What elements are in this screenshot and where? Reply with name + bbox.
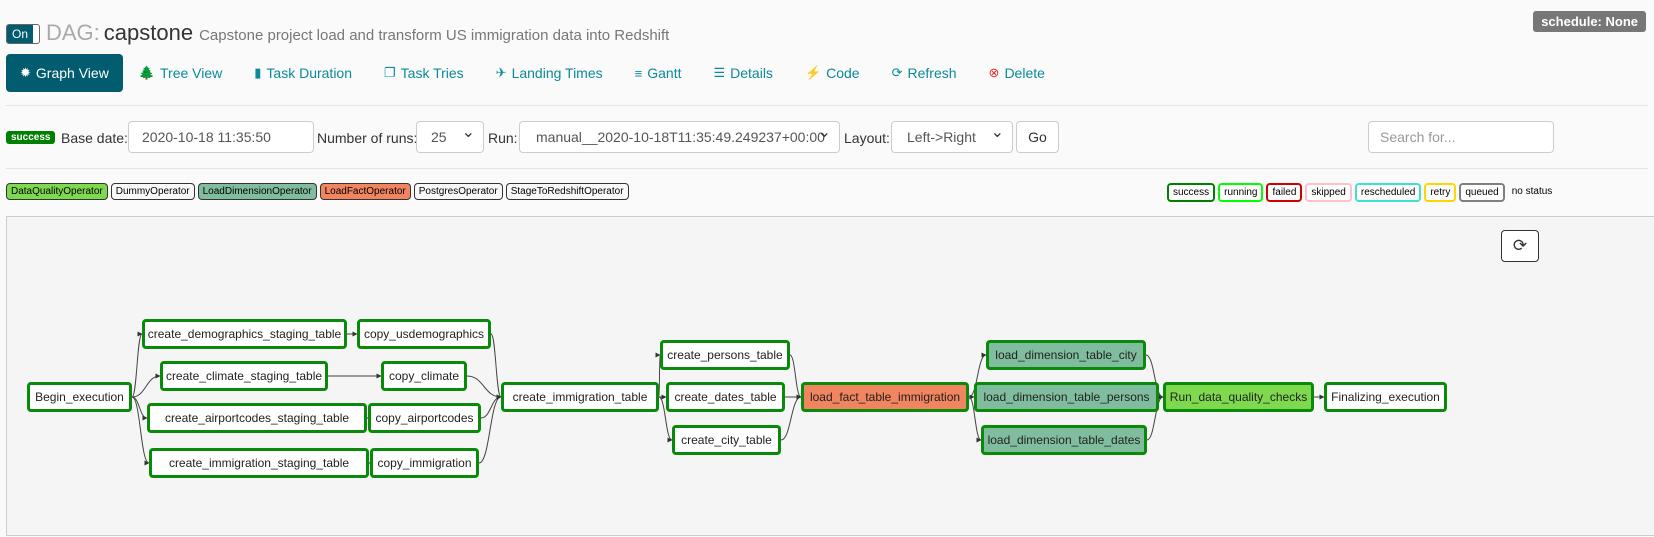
task-node-create-city-table[interactable]: create_city_table [672, 425, 781, 455]
operator-legend-item[interactable]: LoadDimensionOperator [197, 183, 317, 200]
status-legend-item[interactable]: queued [1459, 183, 1505, 202]
operator-legend-item[interactable]: StageToRedshiftOperator [505, 183, 629, 200]
dag-id: capstone [103, 20, 194, 45]
nav-label: Task Duration [266, 65, 352, 81]
task-node-finalizing-execution[interactable]: Finalizing_execution [1324, 382, 1447, 412]
base-date-input[interactable]: 2020-10-18 11:35:50 [128, 121, 314, 153]
task-node-create-airportcodes-staging-table[interactable]: create_airportcodes_staging_table [147, 403, 367, 433]
nav-label: Delete [1004, 65, 1045, 81]
nav-gantt[interactable]: ≡ Gantt [619, 54, 698, 92]
operator-legend-item[interactable]: LoadFactOperator [319, 183, 411, 200]
task-node-create-demographics-staging-table[interactable]: create_demographics_staging_table [142, 319, 347, 349]
base-date-label: Base date: [61, 130, 128, 146]
task-node-create-climate-staging-table[interactable]: create_climate_staging_table [160, 361, 328, 391]
num-runs-select[interactable]: 25 [416, 121, 484, 153]
gantt-icon: ≡ [634, 65, 643, 81]
nav-graph-view[interactable]: ✹ Graph View [6, 54, 123, 92]
run-label: Run: [488, 130, 518, 146]
status-legend-item[interactable]: failed [1266, 183, 1303, 202]
graph-edge [466, 375, 502, 400]
nav-label: Tree View [160, 65, 223, 81]
nav-label: Landing Times [511, 65, 603, 81]
graph-edge [131, 396, 148, 421]
graph-edge [789, 354, 802, 400]
nav-label: Gantt [647, 65, 682, 81]
task-node-create-persons-table[interactable]: create_persons_table [660, 340, 790, 370]
status-legend-item[interactable]: running [1218, 183, 1264, 202]
list-icon: ☰ [713, 65, 726, 80]
dag-description: Capstone project load and transform US i… [199, 27, 670, 44]
operator-legend-item[interactable]: DataQualityOperator [6, 183, 108, 200]
task-node-run-data-quality-checks[interactable]: Run_data_quality_checks [1163, 382, 1314, 412]
sunburst-icon: ✹ [20, 65, 31, 80]
page-title: DAG: capstone Capstone project load and tr… [46, 20, 669, 46]
go-button[interactable]: Go [1016, 121, 1059, 153]
task-node-load-fact-table-immigration[interactable]: load_fact_table_immigration [801, 382, 969, 412]
refresh-icon: ⟳ [1512, 236, 1528, 255]
nav-label: Task Tries [400, 65, 464, 81]
num-runs-label: Number of runs: [317, 130, 418, 146]
schedule-badge: schedule: None [1533, 11, 1646, 32]
status-legend-item[interactable]: skipped [1305, 183, 1352, 202]
task-node-load-dimension-table-dates[interactable]: load_dimension_table_dates [981, 425, 1147, 455]
nav-tree-view[interactable]: 🌲 Tree View [123, 54, 238, 92]
graph-edge [490, 333, 502, 400]
task-node-begin-execution[interactable]: Begin_execution [27, 382, 132, 412]
tree-icon: 🌲 [138, 65, 155, 80]
task-node-copy-immigration[interactable]: copy_immigration [370, 448, 479, 478]
graph-edge [131, 331, 143, 398]
graph-edge [478, 394, 502, 464]
state-badge: success [6, 131, 56, 144]
nav-code[interactable]: ⚡ Code [789, 54, 876, 92]
task-node-copy-climate[interactable]: copy_climate [381, 361, 467, 391]
graph-refresh-button[interactable]: ⟳ [1501, 230, 1539, 262]
nav-task-tries[interactable]: ❐ Task Tries [368, 54, 480, 92]
toggle-on-label: On [7, 25, 33, 43]
operator-legend-item[interactable]: PostgresOperator [413, 183, 503, 200]
no-status-legend-item: no status [1511, 186, 1553, 197]
nav-label: Code [826, 65, 860, 81]
layout-select[interactable]: Left->Right [891, 121, 1013, 153]
delete-icon: ⊗ [988, 65, 1000, 80]
flash-icon: ⚡ [804, 65, 822, 80]
nav-details[interactable]: ☰ Details [697, 54, 788, 92]
graph-edge [480, 394, 502, 419]
nav-label: Details [730, 65, 773, 81]
nav-refresh[interactable]: ⟳ Refresh [876, 54, 973, 92]
dag-label: DAG: [46, 20, 100, 45]
task-node-copy-airportcodes[interactable]: copy_airportcodes [368, 403, 481, 433]
status-legend-item[interactable]: retry [1424, 183, 1457, 202]
status-legend: success running failed skipped rescheduled re… [1167, 183, 1556, 202]
status-legend-item[interactable]: rescheduled [1354, 183, 1422, 202]
view-nav: ✹ Graph View 🌲 Tree View ▮ Task Duration ❐ Task… [6, 54, 1061, 92]
dag-graph[interactable]: Begin_execution create_demographics_stagi… [6, 216, 1654, 536]
run-select[interactable]: manual__2020-10-18T11:35:49.249237+00:00 [519, 121, 840, 153]
task-node-load-dimension-table-persons[interactable]: load_dimension_table_persons [974, 382, 1159, 412]
layout-label: Layout: [844, 130, 890, 146]
nav-delete[interactable]: ⊗ Delete [973, 54, 1061, 92]
divider [6, 168, 1648, 169]
task-node-copy-usdemographics[interactable]: copy_usdemographics [357, 319, 491, 349]
task-node-create-dates-table[interactable]: create_dates_table [666, 382, 785, 412]
bar-chart-icon: ▮ [254, 65, 262, 80]
search-input[interactable]: Search for... [1368, 121, 1554, 153]
nav-task-duration[interactable]: ▮ Task Duration [238, 54, 368, 92]
task-node-load-dimension-table-city[interactable]: load_dimension_table_city [986, 340, 1146, 370]
status-legend-item[interactable]: success [1167, 183, 1216, 202]
dag-toggle[interactable]: On [6, 24, 40, 44]
task-node-create-immigration-table[interactable]: create_immigration_table [501, 382, 659, 412]
operator-legend: DataQualityOperator DummyOperator LoadDime… [6, 183, 629, 200]
divider [6, 105, 1648, 106]
plane-icon: ✈ [495, 65, 507, 80]
refresh-icon: ⟳ [891, 65, 903, 80]
task-node-create-immigration-staging-table[interactable]: create_immigration_staging_table [149, 448, 369, 478]
nav-landing-times[interactable]: ✈ Landing Times [480, 54, 619, 92]
duplicate-icon: ❐ [384, 65, 396, 80]
nav-label: Graph View [35, 65, 109, 81]
operator-legend-item[interactable]: DummyOperator [110, 183, 195, 200]
nav-label: Refresh [907, 65, 957, 81]
